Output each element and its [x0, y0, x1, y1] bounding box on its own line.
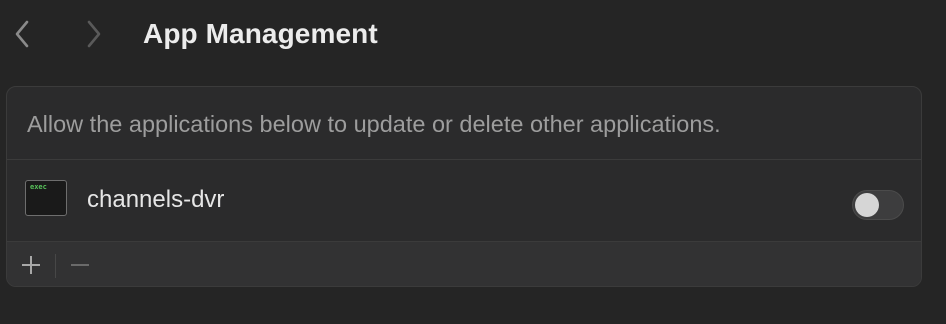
- remove-app-button[interactable]: [63, 250, 97, 280]
- footer-separator: [55, 254, 56, 278]
- minus-icon: [71, 264, 89, 266]
- list-item[interactable]: exec channels-dvr: [7, 160, 921, 241]
- chevron-right-icon: [87, 20, 101, 48]
- page-title: App Management: [143, 18, 378, 49]
- app-access-toggle[interactable]: [852, 190, 904, 220]
- list-footer-toolbar: [7, 242, 921, 286]
- toggle-knob: [855, 193, 879, 217]
- description-text: Allow the applications below to update o…: [27, 111, 721, 137]
- plus-icon: [22, 256, 40, 274]
- chevron-left-icon: [15, 20, 29, 48]
- terminal-exec-icon: exec: [25, 180, 67, 216]
- back-button[interactable]: [8, 16, 36, 52]
- app-management-panel: Allow the applications below to update o…: [6, 86, 922, 287]
- add-app-button[interactable]: [14, 250, 48, 280]
- forward-button[interactable]: [80, 16, 108, 52]
- window-header: App Management: [0, 0, 946, 70]
- app-name: channels-dvr: [87, 186, 225, 213]
- exec-label: exec: [30, 183, 47, 191]
